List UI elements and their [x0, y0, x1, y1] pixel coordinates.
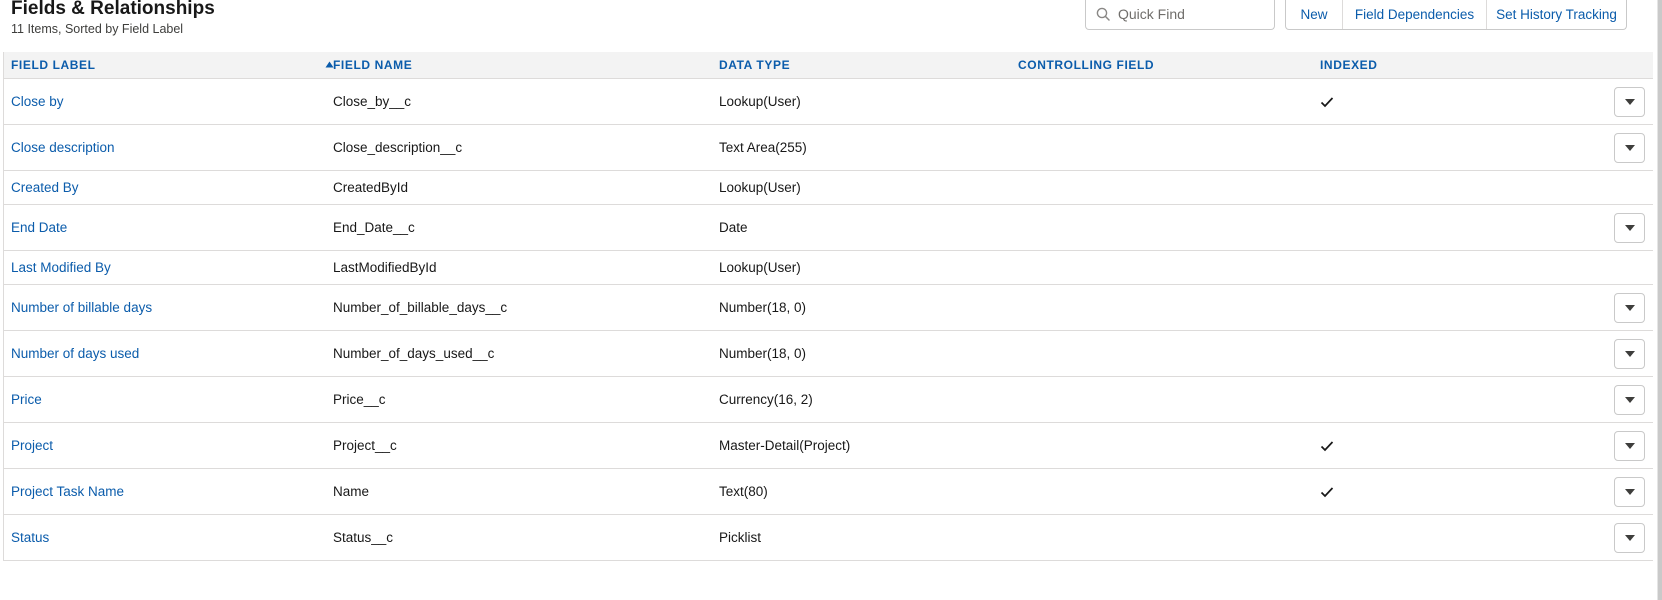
- table-row: Project Task Name Name Text(80): [4, 469, 1653, 515]
- field-label-link[interactable]: Created By: [11, 171, 79, 204]
- fields-table: FIELD LABEL FIELD NAME DATA TYPE CONTROL…: [3, 52, 1653, 561]
- field-api-name: Project__c: [333, 438, 397, 453]
- table-row: Created By CreatedById Lookup(User): [4, 171, 1653, 205]
- field-data-type: Text Area(255): [719, 140, 807, 155]
- indexed-cell: [1320, 423, 1334, 468]
- field-label-link[interactable]: Last Modified By: [11, 251, 111, 284]
- field-label-link[interactable]: Project: [11, 423, 53, 468]
- table-row: Number of billable days Number_of_billabl…: [4, 285, 1653, 331]
- field-label-link[interactable]: Close description: [11, 125, 115, 170]
- table-row: Number of days used Number_of_days_used__…: [4, 331, 1653, 377]
- window-edge: [1658, 0, 1662, 600]
- field-api-name: End_Date__c: [333, 220, 415, 235]
- check-icon: [1320, 440, 1334, 451]
- row-actions-button[interactable]: [1614, 86, 1645, 117]
- table-body: Close by Close_by__c Lookup(User) Close des…: [4, 79, 1653, 561]
- column-header-data-type[interactable]: DATA TYPE: [719, 52, 790, 78]
- chevron-down-icon: [1624, 224, 1635, 231]
- table-row: Close by Close_by__c Lookup(User): [4, 79, 1653, 125]
- field-api-name: Number_of_billable_days__c: [333, 300, 508, 315]
- column-header-field-label[interactable]: FIELD LABEL: [11, 52, 96, 78]
- chevron-down-icon: [1624, 488, 1635, 495]
- table-row: Status Status__c Picklist: [4, 515, 1653, 561]
- search-icon: [1096, 7, 1110, 21]
- chevron-down-icon: [1624, 442, 1635, 449]
- chevron-down-icon: [1624, 144, 1635, 151]
- field-data-type: Number(18, 0): [719, 346, 807, 361]
- field-api-name: Price__c: [333, 392, 386, 407]
- row-actions-button[interactable]: [1614, 522, 1645, 553]
- check-icon: [1320, 486, 1334, 497]
- field-label-link[interactable]: Close by: [11, 79, 64, 124]
- chevron-down-icon: [1624, 304, 1635, 311]
- row-actions-button[interactable]: [1614, 292, 1645, 323]
- field-api-name: Status__c: [333, 530, 394, 545]
- row-actions-button[interactable]: [1614, 338, 1645, 369]
- field-data-type: Lookup(User): [719, 94, 801, 109]
- check-icon: [1320, 96, 1334, 107]
- quick-find-box[interactable]: [1085, 0, 1275, 30]
- field-api-name: Name: [333, 484, 370, 499]
- row-actions-button[interactable]: [1614, 476, 1645, 507]
- field-data-type: Currency(16, 2): [719, 392, 813, 407]
- table-row: Close description Close_description__c Tex…: [4, 125, 1653, 171]
- row-actions-button[interactable]: [1614, 212, 1645, 243]
- field-api-name: LastModifiedById: [333, 260, 437, 275]
- table-row: Project Project__c Master-Detail(Project): [4, 423, 1653, 469]
- field-data-type: Picklist: [719, 530, 762, 545]
- field-api-name: Number_of_days_used__c: [333, 346, 495, 361]
- set-history-tracking-button[interactable]: Set History Tracking: [1486, 0, 1626, 29]
- chevron-down-icon: [1624, 98, 1635, 105]
- field-data-type: Text(80): [719, 484, 768, 499]
- field-label-link[interactable]: Status: [11, 515, 49, 560]
- quick-find-input[interactable]: [1118, 0, 1268, 28]
- page-title: Fields & Relationships: [11, 0, 215, 19]
- field-api-name: Close_by__c: [333, 94, 412, 109]
- window-edge-line: [1657, 0, 1658, 600]
- field-label-link[interactable]: Number of days used: [11, 331, 139, 376]
- row-actions-button[interactable]: [1614, 132, 1645, 163]
- column-header-field-name[interactable]: FIELD NAME: [333, 52, 412, 78]
- row-actions-button[interactable]: [1614, 384, 1645, 415]
- column-header-indexed[interactable]: INDEXED: [1320, 52, 1378, 78]
- action-button-group: New Field Dependencies Set History Track…: [1285, 0, 1627, 30]
- field-api-name: CreatedById: [333, 180, 409, 195]
- indexed-cell: [1320, 79, 1334, 124]
- page-subtitle: 11 Items, Sorted by Field Label: [11, 22, 184, 36]
- chevron-down-icon: [1624, 534, 1635, 541]
- table-row: Price Price__c Currency(16, 2): [4, 377, 1653, 423]
- table-header: FIELD LABEL FIELD NAME DATA TYPE CONTROL…: [4, 52, 1653, 79]
- indexed-cell: [1320, 469, 1334, 514]
- chevron-down-icon: [1624, 350, 1635, 357]
- field-data-type: Lookup(User): [719, 180, 801, 195]
- row-actions-button[interactable]: [1614, 430, 1645, 461]
- field-label-link[interactable]: End Date: [11, 205, 67, 250]
- field-data-type: Date: [719, 220, 748, 235]
- table-row: Last Modified By LastModifiedById Lookup(U…: [4, 251, 1653, 285]
- field-dependencies-button[interactable]: Field Dependencies: [1342, 0, 1486, 29]
- table-row: End Date End_Date__c Date: [4, 205, 1653, 251]
- field-label-link[interactable]: Number of billable days: [11, 285, 152, 330]
- field-data-type: Master-Detail(Project): [719, 438, 851, 453]
- field-data-type: Number(18, 0): [719, 300, 807, 315]
- chevron-down-icon: [1624, 396, 1635, 403]
- new-button[interactable]: New: [1286, 0, 1342, 29]
- column-header-controlling-field[interactable]: CONTROLLING FIELD: [1018, 52, 1154, 78]
- field-data-type: Lookup(User): [719, 260, 801, 275]
- field-label-link[interactable]: Project Task Name: [11, 469, 124, 514]
- field-label-link[interactable]: Price: [11, 377, 42, 422]
- field-api-name: Close_description__c: [333, 140, 463, 155]
